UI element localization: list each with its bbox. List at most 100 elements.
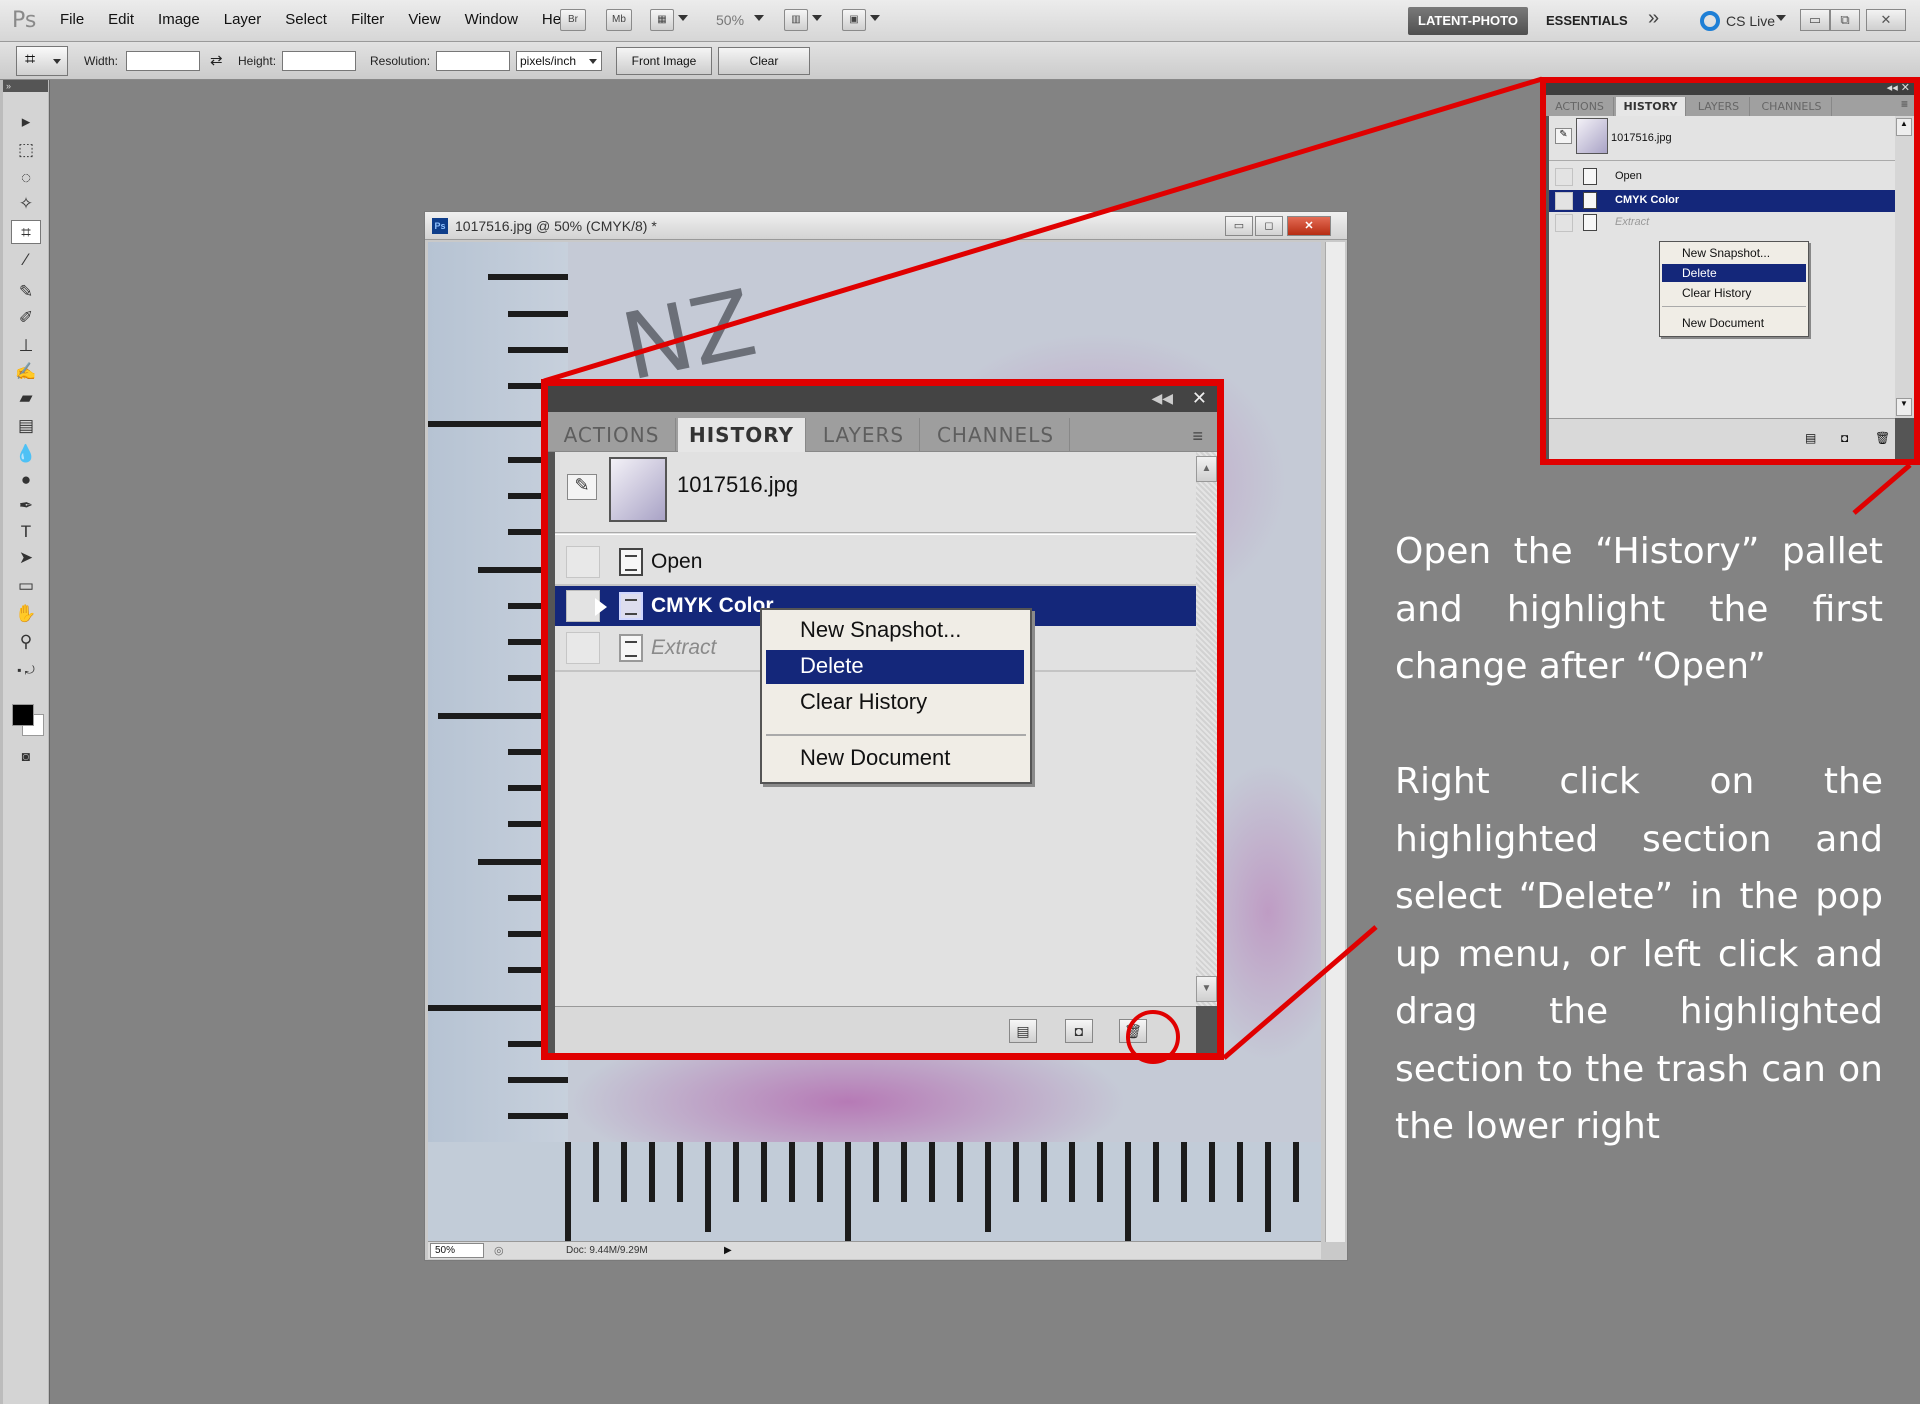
close-panel-icon[interactable]: ✕: [1192, 388, 1207, 409]
scroll-up-icon[interactable]: ▲: [1896, 118, 1912, 136]
cs-live-menu[interactable]: CS Live: [1726, 13, 1775, 29]
tab-actions[interactable]: ACTIONS: [1546, 97, 1614, 116]
eyedropper-tool-icon[interactable]: ⁄: [11, 248, 41, 272]
menu-layer[interactable]: Layer: [224, 11, 262, 28]
resolution-unit-select[interactable]: pixels/inch: [516, 51, 602, 71]
default-colors-icon[interactable]: ▪ ⤾: [11, 658, 41, 682]
menu-image[interactable]: Image: [158, 11, 200, 28]
lasso-tool-icon[interactable]: ◌: [11, 166, 41, 190]
chevron-down-icon[interactable]: [754, 15, 764, 21]
swap-icon[interactable]: ⇄: [210, 51, 223, 69]
zoom-level[interactable]: 50%: [716, 12, 744, 28]
healing-brush-tool-icon[interactable]: ✎: [11, 280, 41, 304]
view-extras-icon[interactable]: ▦: [650, 9, 674, 31]
snapshot-name[interactable]: 1017516.jpg: [677, 472, 798, 498]
close-button[interactable]: ✕: [1866, 9, 1906, 31]
history-brush-source-box[interactable]: [566, 632, 600, 664]
new-document-from-state-icon[interactable]: ▤: [1009, 1019, 1037, 1043]
new-document-from-state-icon[interactable]: ▤: [1805, 431, 1816, 445]
bridge-button[interactable]: Br: [560, 9, 586, 31]
scroll-down-icon[interactable]: ▼: [1896, 398, 1912, 416]
tab-layers[interactable]: LAYERS: [808, 418, 920, 452]
history-brush-source-box[interactable]: [1555, 214, 1573, 232]
panel-header[interactable]: ◂◂ ✕: [1546, 83, 1914, 95]
hand-tool-icon[interactable]: ✋: [11, 602, 41, 626]
tab-channels[interactable]: CHANNELS: [922, 418, 1070, 452]
workspace-latent-photo[interactable]: LATENT-PHOTO: [1408, 7, 1528, 35]
ctx-clear-history[interactable]: Clear History: [766, 686, 1024, 720]
ctx-new-document[interactable]: New Document: [766, 742, 1024, 776]
trash-icon[interactable]: 🗑: [1875, 431, 1890, 445]
panel-menu-icon[interactable]: ≡: [1192, 426, 1203, 447]
ctx-delete[interactable]: Delete: [766, 650, 1024, 684]
screen-mode-icon[interactable]: ▣: [842, 9, 866, 31]
collapse-panel-icon[interactable]: ◀◀: [1151, 390, 1173, 407]
height-input[interactable]: [282, 51, 356, 71]
tab-layers[interactable]: LAYERS: [1688, 97, 1750, 116]
front-image-button[interactable]: Front Image: [616, 47, 712, 75]
document-title-bar[interactable]: Ps 1017516.jpg @ 50% (CMYK/8) * ▭ ◻ ✕: [425, 212, 1347, 240]
tab-history[interactable]: HISTORY: [1616, 97, 1686, 116]
history-brush-source-box[interactable]: [566, 546, 600, 578]
history-state-open[interactable]: Open: [555, 542, 1196, 582]
create-snapshot-icon[interactable]: ◘: [1841, 431, 1848, 445]
history-brush-tool-icon[interactable]: ✍: [11, 360, 41, 384]
ctx-new-snapshot[interactable]: New Snapshot...: [766, 614, 1024, 648]
menu-view[interactable]: View: [408, 11, 440, 28]
collapse-toolbox-icon[interactable]: »: [3, 80, 48, 92]
resolution-input[interactable]: [436, 51, 510, 71]
snapshot-thumbnail[interactable]: [609, 457, 667, 522]
ctx-new-document[interactable]: New Document: [1662, 314, 1806, 332]
history-brush-source-icon[interactable]: ✎: [1555, 128, 1572, 144]
scroll-down-icon[interactable]: ▼: [1196, 976, 1217, 1002]
ctx-new-snapshot[interactable]: New Snapshot...: [1662, 244, 1806, 262]
history-brush-source-box[interactable]: [1555, 192, 1573, 210]
clear-button[interactable]: Clear: [718, 47, 810, 75]
zoom-tool-icon[interactable]: ⚲: [11, 630, 41, 654]
dodge-tool-icon[interactable]: ●: [11, 468, 41, 492]
history-scrollbar[interactable]: ▲ ▼: [1196, 452, 1217, 1006]
snapshot-thumbnail[interactable]: [1576, 118, 1608, 154]
doc-close-button[interactable]: ✕: [1287, 216, 1331, 236]
foreground-color-swatch[interactable]: [12, 704, 34, 726]
workspace-essentials[interactable]: ESSENTIALS: [1546, 13, 1628, 28]
panel-menu-icon[interactable]: ≡: [1901, 97, 1908, 111]
tab-channels[interactable]: CHANNELS: [1752, 97, 1832, 116]
more-workspaces-icon[interactable]: »: [1648, 7, 1659, 30]
scroll-up-icon[interactable]: ▲: [1196, 456, 1217, 482]
marquee-tool-icon[interactable]: ⬚: [11, 138, 41, 162]
doc-minimize-button[interactable]: ▭: [1225, 216, 1253, 236]
close-panel-icon[interactable]: ◂◂ ✕: [1887, 83, 1910, 94]
history-state-open[interactable]: Open: [1549, 166, 1895, 188]
restore-button[interactable]: ⧉: [1830, 9, 1860, 31]
chevron-down-icon[interactable]: [678, 15, 688, 21]
width-input[interactable]: [126, 51, 200, 71]
ctx-delete[interactable]: Delete: [1662, 264, 1806, 282]
path-selection-tool-icon[interactable]: ➤: [11, 546, 41, 570]
ctx-clear-history[interactable]: Clear History: [1662, 284, 1806, 302]
status-info-icon[interactable]: ◎: [494, 1243, 504, 1260]
brush-tool-icon[interactable]: ✐: [11, 306, 41, 330]
menu-select[interactable]: Select: [285, 11, 327, 28]
minimize-button[interactable]: ▭: [1800, 9, 1830, 31]
move-tool-icon[interactable]: ▸: [11, 110, 41, 134]
history-brush-source-icon[interactable]: ✎: [567, 474, 597, 500]
status-menu-arrow-icon[interactable]: ▶: [724, 1242, 732, 1259]
panel-header[interactable]: ◀◀ ✕: [548, 386, 1217, 412]
history-scrollbar[interactable]: ▲ ▼: [1895, 116, 1914, 418]
chevron-down-icon[interactable]: [812, 15, 822, 21]
eraser-tool-icon[interactable]: ▰: [11, 386, 41, 410]
pen-tool-icon[interactable]: ✒: [11, 494, 41, 518]
history-brush-source-box[interactable]: [1555, 168, 1573, 186]
clone-stamp-tool-icon[interactable]: ⊥: [11, 334, 41, 358]
document-zoom-field[interactable]: 50%: [430, 1243, 484, 1258]
document-vertical-scrollbar[interactable]: [1325, 242, 1345, 1242]
gradient-tool-icon[interactable]: ▤: [11, 414, 41, 438]
chevron-down-icon[interactable]: [870, 15, 880, 21]
tab-actions[interactable]: ACTIONS: [548, 418, 676, 452]
crop-tool-preset-icon[interactable]: ⌗: [16, 46, 68, 76]
menu-window[interactable]: Window: [465, 11, 518, 28]
menu-filter[interactable]: Filter: [351, 11, 384, 28]
quick-selection-tool-icon[interactable]: ✧: [11, 192, 41, 216]
tab-history[interactable]: HISTORY: [678, 418, 806, 452]
